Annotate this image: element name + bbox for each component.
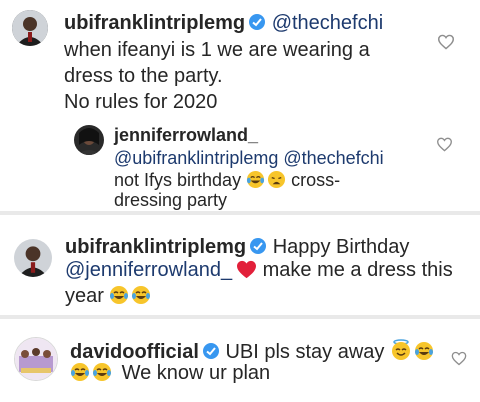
tears-of-joy-emoji — [70, 362, 90, 386]
comment-2-text-a: Happy Birthday — [272, 236, 410, 258]
comment-3-username[interactable]: davidoofficial — [70, 341, 199, 363]
tears-of-joy-emoji — [109, 285, 129, 309]
comment-1-username[interactable]: ubifranklintriplemg — [64, 12, 245, 34]
avatar-davidoofficial[interactable] — [14, 337, 58, 381]
comment-panel-2: ubifranklintriplemg Happy Birthday @jenn… — [0, 215, 480, 315]
comment-panel-3: davidoofficial UBI pls stay away We know… — [0, 319, 480, 402]
comment-2-username[interactable]: ubifranklintriplemg — [65, 236, 246, 258]
verified-badge-icon — [249, 237, 267, 259]
reply-1-text-b: cross- — [291, 170, 341, 190]
reply-like-heart-icon[interactable] — [436, 137, 453, 157]
comment-2-header: ubifranklintriplemg Happy Birthday — [65, 237, 409, 259]
comment-2-mention[interactable]: @jenniferrowland_ — [65, 259, 232, 281]
verified-badge-icon — [248, 13, 266, 35]
comment-2-text-line-2: @jenniferrowland_ make me a dress this — [65, 260, 453, 283]
avatar-ubifranklintriplemg[interactable] — [12, 10, 48, 46]
comment-2-text-line-3: year — [65, 285, 151, 309]
tears-of-joy-emoji — [414, 341, 434, 365]
comment-1-text-line-3: No rules for 2020 — [64, 91, 218, 113]
comment-1-text-line-1: when ifeanyi is 1 we are wearing a — [64, 39, 370, 61]
comment-3-text-a: UBI pls stay away — [225, 341, 385, 363]
avatar-ubifranklintriplemg[interactable] — [14, 239, 52, 277]
weary-face-emoji — [267, 170, 286, 192]
red-heart-emoji — [236, 260, 257, 283]
reply-1-text-a: not Ifys birthday — [114, 170, 242, 190]
like-heart-icon[interactable] — [451, 351, 467, 371]
avatar-jenniferrowland[interactable] — [74, 125, 104, 155]
comment-1-text-line-2: dress to the party. — [64, 65, 223, 87]
reply-1-mentions[interactable]: @ubifranklintriplemg @thechefchi — [114, 149, 384, 167]
reply-1-text-line-2: not Ifys birthday cross- — [114, 170, 340, 192]
verified-badge-icon — [202, 342, 220, 364]
reply-1-text-line-3: dressing party — [114, 190, 228, 210]
like-heart-icon[interactable] — [437, 34, 455, 55]
comment-3-text-line-2: We know ur plan — [70, 362, 270, 386]
comment-1-mention[interactable]: @thechefchi — [272, 12, 383, 34]
comment-2-text-c: year — [65, 285, 104, 307]
tears-of-joy-emoji — [246, 170, 265, 192]
reply-1-username[interactable]: jenniferrowland_ — [114, 126, 258, 144]
comment-panel-1: ubifranklintriplemg @thechefchi when ife… — [0, 0, 480, 211]
smiling-halo-emoji — [390, 339, 412, 365]
comment-3-text-b: We know ur plan — [121, 362, 271, 384]
comment-2-text-b: make me a dress this — [262, 259, 453, 281]
comment-1-header: ubifranklintriplemg @thechefchi — [64, 13, 383, 35]
tears-of-joy-emoji — [131, 285, 151, 309]
tears-of-joy-emoji — [92, 362, 112, 386]
